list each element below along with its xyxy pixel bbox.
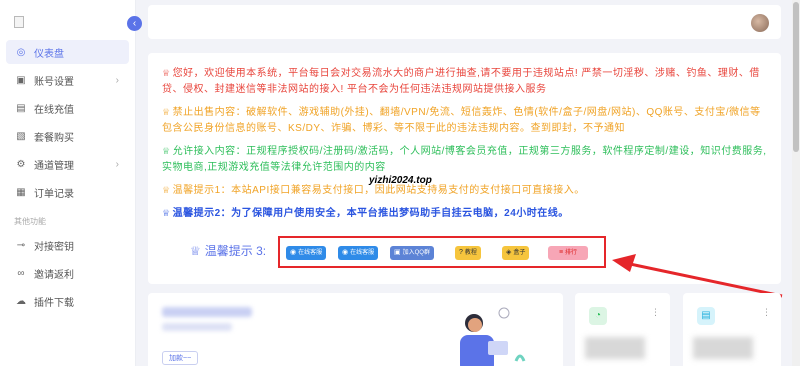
notice-line-3: ♕ 允许接入内容：正规程序授权码/注册码/激活码，个人网站/博客会员充值，正规第三… <box>162 146 767 173</box>
chevron-right-icon: › <box>115 158 119 170</box>
watermark: yizhi2024.top <box>369 175 432 186</box>
sidebar-item-invite[interactable]: ∞ 邀请返利 <box>6 261 129 285</box>
package-icon: ▧ <box>16 130 26 142</box>
avatar[interactable] <box>751 14 769 32</box>
penguin-icon: ◉ <box>342 249 349 256</box>
notice-line-5: ♕ 温馨提示2：为了保障用户使用安全，本平台推出梦码助手自挂云电脑，24小时在线。 <box>162 208 569 219</box>
stat-card-2: ▤ ⋮ <box>683 293 781 366</box>
sidebar-collapse-button[interactable]: ‹ <box>127 16 142 31</box>
ranking-button[interactable]: ≡ 排行 <box>548 246 588 260</box>
penguin-icon: ◉ <box>290 249 297 256</box>
notice-line-2: ♕ 禁止出售内容：破解软件、游戏辅助(外挂)、翻墙/VPN/免流、短信轰炸、色情(… <box>162 107 761 134</box>
stat-card-1: ◔ ⋮ <box>575 293 670 366</box>
recharge-icon: ▤ <box>16 102 26 114</box>
more-icon[interactable]: ⋮ <box>762 307 771 318</box>
logo-image <box>14 16 24 28</box>
crown-icon: ♕ <box>162 68 171 78</box>
sidebar-item-account-settings[interactable]: ▣ 账号设置 › <box>6 68 129 92</box>
sidebar-item-channel[interactable]: ⚙ 通道管理 › <box>6 152 129 176</box>
online-service-button-2[interactable]: ◉ 在线客服 <box>338 246 379 260</box>
more-icon[interactable]: ⋮ <box>651 307 660 318</box>
quick-links-box: ◉ 在线客服 ◉ 在线客服 ▣ 加入QQ群 ? 教程 ◈ 盒子 ≡ 排行 <box>278 236 606 268</box>
sidebar-section-title: 其他功能 <box>14 217 46 226</box>
crown-icon: ♕ <box>162 107 171 117</box>
sidebar-item-label: 插件下载 <box>34 297 74 309</box>
online-service-button[interactable]: ◉ 在线客服 <box>286 246 327 260</box>
sidebar-item-plugin-download[interactable]: ☁ 插件下载 <box>6 289 129 313</box>
sidebar-item-label: 通道管理 <box>34 160 74 172</box>
sidebar-item-label: 套餐购买 <box>34 132 74 144</box>
page-scrollbar[interactable] <box>792 0 800 366</box>
join-qq-group-button[interactable]: ▣ 加入QQ群 <box>390 246 434 260</box>
sidebar-nav: ◎ 仪表盘 ▣ 账号设置 › ▤ 在线充值 ▧ 套餐购买 ⚙ 通道管理 › ▦ … <box>0 40 135 317</box>
tips-3-label: ♕ 温馨提示 3: <box>190 243 267 259</box>
sidebar: ◎ 仪表盘 ▣ 账号设置 › ▤ 在线充值 ▧ 套餐购买 ⚙ 通道管理 › ▦ … <box>0 0 136 366</box>
sidebar-item-label: 仪表盘 <box>34 48 64 60</box>
person-illustration <box>460 307 526 366</box>
blurred-stat <box>585 337 645 359</box>
group-icon: ▣ <box>394 249 401 256</box>
cloud-download-icon: ☁ <box>16 295 26 307</box>
add-funds-button[interactable]: 加款~~ <box>162 351 199 365</box>
arrow-shaft <box>629 262 783 298</box>
notice-line-1: ♕ 您好，欢迎使用本系统，平台每日会对交易流水大的商户进行抽查,请不要用于违规站点… <box>162 68 760 95</box>
order-icon: ▦ <box>16 186 26 198</box>
sidebar-item-label: 邀请返利 <box>34 269 74 281</box>
scrollbar-thumb[interactable] <box>793 2 799 152</box>
sidebar-item-label: 对接密钥 <box>34 241 74 253</box>
sidebar-item-package[interactable]: ▧ 套餐购买 <box>6 124 129 148</box>
sidebar-item-label: 账号设置 <box>34 76 74 88</box>
crown-icon: ♕ <box>162 185 171 195</box>
balance-card: 加款~~ <box>148 293 563 366</box>
chevron-right-icon: › <box>115 74 119 86</box>
wallet-icon: ▤ <box>697 307 715 325</box>
key-icon: ⊸ <box>16 239 26 251</box>
blurred-subtitle <box>162 323 232 331</box>
dashboard-icon: ◎ <box>16 46 26 58</box>
arrow-head <box>612 254 636 272</box>
ranking-icon: ≡ <box>558 249 564 256</box>
sidebar-item-label: 订单记录 <box>34 188 74 200</box>
sidebar-item-label: 在线充值 <box>34 104 74 116</box>
notice-line-4: ♕ 温馨提示1：本站API接口兼容易支付接口，因此网站支持易支付的支付接口可直接接… <box>162 185 585 196</box>
top-header <box>148 5 781 39</box>
blurred-stat <box>693 337 753 359</box>
chart-pie-icon: ◔ <box>589 307 607 325</box>
blurred-title <box>162 307 252 317</box>
channel-icon: ⚙ <box>16 158 26 170</box>
box-icon: ◈ <box>506 249 512 256</box>
crown-icon: ♕ <box>162 208 171 218</box>
sidebar-item-dashboard[interactable]: ◎ 仪表盘 <box>6 40 129 64</box>
box-button[interactable]: ◈ 盒子 <box>502 246 530 260</box>
question-icon: ? <box>459 249 463 256</box>
tutorial-button[interactable]: ? 教程 <box>455 246 481 260</box>
sidebar-item-api-key[interactable]: ⊸ 对接密钥 <box>6 233 129 257</box>
crown-icon: ♕ <box>190 243 201 258</box>
sidebar-item-orders[interactable]: ▦ 订单记录 <box>6 180 129 204</box>
link-icon: ∞ <box>17 267 25 279</box>
sidebar-item-recharge[interactable]: ▤ 在线充值 <box>6 96 129 120</box>
account-icon: ▣ <box>16 74 26 86</box>
crown-icon: ♕ <box>162 146 171 156</box>
